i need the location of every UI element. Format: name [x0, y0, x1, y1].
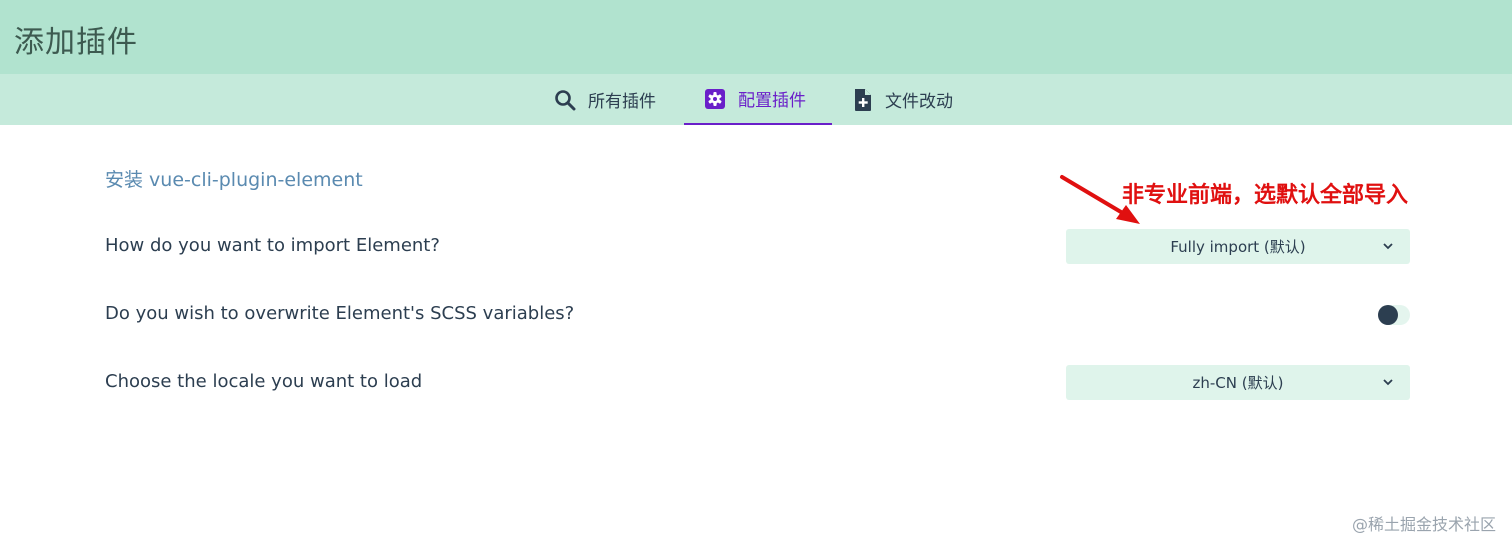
- file-add-icon: [853, 88, 873, 112]
- question-scss-label: Do you wish to overwrite Element's SCSS …: [105, 303, 575, 324]
- section-title: 安装 vue-cli-plugin-element: [105, 169, 363, 191]
- chevron-down-icon: [1383, 243, 1393, 250]
- chevron-down-icon: [1383, 379, 1393, 386]
- select-value: zh-CN (默认): [1192, 374, 1284, 392]
- select-value: Fully import (默认): [1170, 238, 1306, 256]
- tab-label: 所有插件: [588, 92, 656, 112]
- search-icon: [554, 89, 576, 111]
- annotation-note: 非专业前端，选默认全部导入: [1122, 183, 1409, 208]
- scss-overwrite-toggle[interactable]: [1378, 305, 1410, 325]
- tab-all-plugins[interactable]: 所有插件: [554, 74, 670, 125]
- tab-label: 文件改动: [885, 92, 953, 112]
- gear-icon: [704, 88, 726, 110]
- title-bar: 添加插件: [0, 0, 1512, 74]
- tab-configure-plugin[interactable]: 配置插件: [684, 74, 832, 125]
- import-mode-select[interactable]: Fully import (默认): [1066, 229, 1410, 264]
- main-content: 安装 vue-cli-plugin-element 非专业前端，选默认全部导入 …: [0, 125, 1512, 549]
- tab-label: 配置插件: [738, 91, 806, 111]
- page-title: 添加插件: [14, 25, 138, 60]
- question-import-label: How do you want to import Element?: [105, 235, 440, 256]
- tab-bar: 所有插件 配置插件 文件改动: [0, 74, 1512, 125]
- watermark: @稀土掘金技术社区: [1351, 515, 1496, 534]
- tab-file-changes[interactable]: 文件改动: [853, 74, 973, 125]
- locale-select[interactable]: zh-CN (默认): [1066, 365, 1410, 400]
- toggle-knob: [1378, 305, 1398, 325]
- question-locale-label: Choose the locale you want to load: [105, 371, 423, 392]
